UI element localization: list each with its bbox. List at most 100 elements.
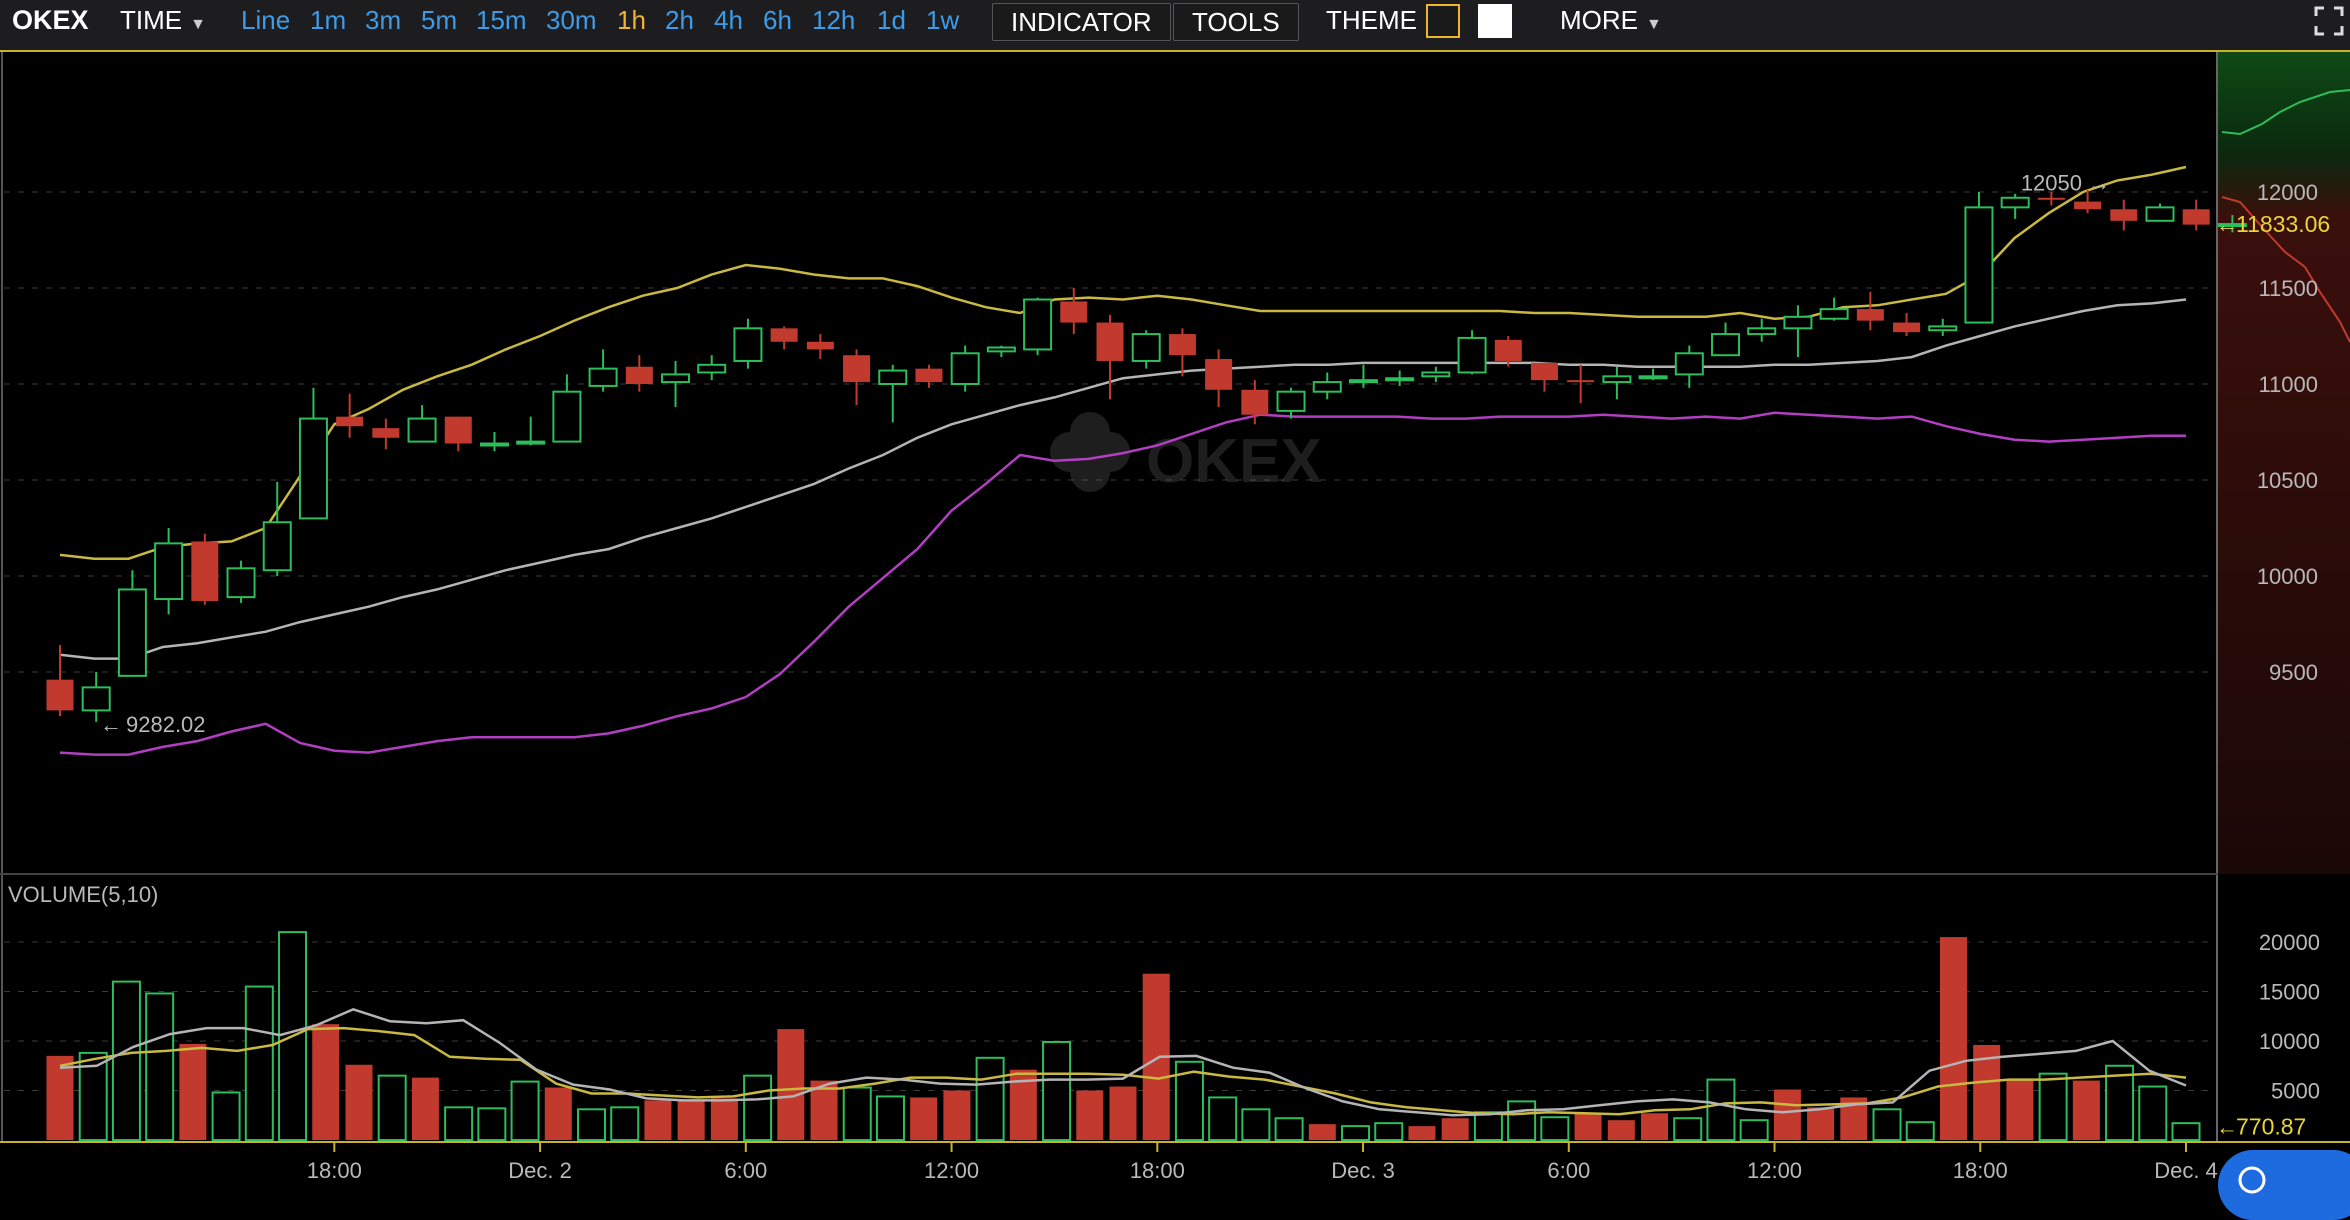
interval-2h[interactable]: 2h: [665, 0, 694, 42]
volume-bar-down: [943, 1090, 971, 1140]
volume-bar-up: [145, 992, 175, 1141]
volume-bar-down: [1441, 1118, 1469, 1140]
candle-body-up: [1819, 308, 1849, 320]
volume-bar-up: [1208, 1096, 1238, 1142]
candle-body-up: [479, 442, 509, 447]
volume-bar-down: [179, 1043, 207, 1140]
volume-bar-down: [1939, 937, 1967, 1140]
price-tick-label: 11000: [2258, 372, 2318, 397]
indicator-button[interactable]: INDICATOR: [992, 3, 1171, 41]
time-tick-label: 6:00: [724, 1158, 767, 1183]
price-chart[interactable]: OKEX 9500 10000 10500 11000 11500 12000 5000 10…: [0, 52, 2350, 1188]
interval-1m[interactable]: 1m: [310, 0, 346, 42]
watermark-text: OKEX: [1146, 427, 1322, 496]
volume-bar-up: [1241, 1108, 1271, 1142]
tools-button[interactable]: TOOLS: [1173, 3, 1299, 41]
candle-body-down: [336, 416, 364, 427]
volume-bar-down: [312, 1024, 340, 1140]
interval-15m[interactable]: 15m: [476, 0, 527, 42]
volume-bar-up: [477, 1107, 507, 1141]
volume-bar-up: [510, 1080, 540, 1141]
candle-body-down: [1856, 309, 1884, 321]
theme-label: THEME: [1326, 5, 1417, 35]
more-menu-button[interactable]: MORE ▼: [1560, 0, 1662, 42]
time-label: TIME: [120, 5, 183, 35]
candle-body-down: [915, 368, 943, 383]
theme-light-swatch[interactable]: [1478, 4, 1512, 38]
volume-bar-up: [577, 1108, 606, 1142]
volume-bar-up: [1872, 1108, 1902, 1142]
candle-body-up: [1348, 379, 1378, 384]
interval-5m[interactable]: 5m: [421, 0, 457, 42]
candle-body-up: [1023, 298, 1053, 351]
time-tick-label: Dec. 2: [508, 1158, 572, 1183]
volume-bar-up: [1274, 1117, 1304, 1141]
volume-bar-up: [444, 1106, 474, 1141]
chevron-down-icon: ▼: [1646, 16, 1662, 33]
chevron-down-icon: ▼: [190, 16, 206, 33]
time-tick-label: 18:00: [307, 1158, 362, 1183]
interval-line[interactable]: Line: [241, 0, 290, 42]
candle-body-down: [1168, 334, 1196, 356]
volume-bar-down: [910, 1097, 938, 1140]
volume-bar-down: [1807, 1107, 1835, 1140]
candle-body-up: [733, 327, 763, 362]
volume-bar-up: [975, 1056, 1005, 1142]
volume-tick-label: 20000: [2259, 930, 2320, 955]
volume-bar-up: [1706, 1078, 1736, 1141]
candle-body-up: [1928, 325, 1958, 332]
time-tick-label: 12:00: [924, 1158, 979, 1183]
time-tick-label: Dec. 4: [2154, 1158, 2218, 1183]
candle-body-down: [444, 416, 472, 444]
candle-body-up: [226, 567, 256, 599]
interval-30m[interactable]: 30m: [546, 0, 597, 42]
interval-1h[interactable]: 1h: [617, 0, 646, 42]
volume-bar-up: [211, 1091, 241, 1141]
theme-dark-swatch[interactable]: [1426, 4, 1460, 38]
volume-bar-down: [1574, 1113, 1602, 1140]
candle-body-up: [407, 417, 437, 443]
candle-body-down: [1241, 389, 1269, 415]
candle-body-down: [1060, 301, 1088, 323]
interval-1d[interactable]: 1d: [877, 0, 906, 42]
candle-body-down: [625, 366, 653, 384]
time-menu-button[interactable]: TIME ▼: [120, 0, 206, 42]
volume-bar-down: [2072, 1080, 2100, 1140]
interval-12h[interactable]: 12h: [812, 0, 855, 42]
candle-body-down: [1494, 339, 1522, 361]
candle-body-up: [1783, 315, 1813, 330]
volume-bar-up: [1739, 1119, 1769, 1141]
candle-body-down: [46, 679, 74, 711]
volume-bar-down: [1076, 1090, 1104, 1140]
candle-body-up: [2000, 196, 2030, 209]
volume-bar-up: [2138, 1085, 2168, 1142]
volume-bar-down: [1641, 1113, 1668, 1140]
last-volume-arrow-icon: ←: [2216, 1114, 2238, 1139]
volume-bar-down: [1109, 1086, 1137, 1140]
volume-bar-up: [1341, 1125, 1371, 1142]
volume-tick-label: 15000: [2259, 980, 2320, 1005]
candle-body-up: [1276, 390, 1306, 412]
volume-bar-up: [1473, 1111, 1503, 1142]
candle-body-up: [1457, 336, 1487, 374]
help-chat-button[interactable]: [2218, 1150, 2350, 1220]
price-tick-label: 10500: [2257, 468, 2318, 493]
fullscreen-icon[interactable]: [2314, 6, 2344, 36]
interval-6h[interactable]: 6h: [763, 0, 792, 42]
candle-body-up: [986, 346, 1016, 353]
time-tick-label: 18:00: [1953, 1158, 2008, 1183]
candle-body-up: [878, 369, 908, 385]
candle-body-up: [2145, 206, 2175, 222]
candle-body-up: [552, 390, 582, 443]
volume-bar-up: [610, 1106, 640, 1141]
interval-1w[interactable]: 1w: [926, 0, 959, 42]
chat-icon: [2238, 1166, 2266, 1194]
candle-body-down: [843, 355, 871, 383]
last-volume-label: 770.87: [2236, 1113, 2306, 1139]
interval-3m[interactable]: 3m: [365, 0, 401, 42]
volume-bar-down: [1773, 1089, 1801, 1140]
interval-4h[interactable]: 4h: [714, 0, 743, 42]
candle-body-down: [191, 541, 219, 601]
top-toolbar: OKEX TIME ▼ Line 1m 3m 5m 15m 30m 1h 2h 4…: [0, 0, 2350, 52]
volume-bar-up: [2171, 1122, 2201, 1142]
